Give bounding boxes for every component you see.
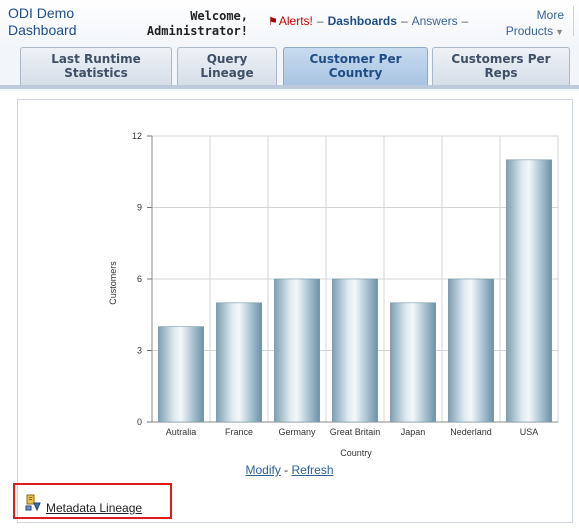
metadata-lineage-highlight: Metadata Lineage (13, 483, 172, 519)
x-tick-label: Great Britain (330, 427, 381, 437)
y-tick-label: 0 (137, 417, 142, 427)
bar-france[interactable] (216, 302, 262, 423)
x-tick-label: USA (520, 427, 539, 437)
chart-links: Modify - Refresh (0, 463, 579, 477)
y-tick-label: 12 (132, 131, 142, 141)
bar-great-britain[interactable] (332, 278, 378, 423)
y-tick-labels: 0 3 6 9 12 (132, 131, 142, 427)
bar-autralia[interactable] (158, 326, 204, 423)
metadata-lineage-icon (25, 494, 41, 512)
x-tick-label: Germany (278, 427, 316, 437)
x-axis-title: Country (340, 448, 372, 458)
customers-per-country-chart: 0 3 6 9 12 Autralia France Germany Great Britai… (108, 131, 559, 458)
x-tick-labels: Autralia France Germany Great Britain Japan N… (166, 427, 539, 437)
bar-japan[interactable] (390, 302, 436, 423)
y-axis-title: Customers (108, 261, 118, 305)
bar-germany[interactable] (274, 278, 320, 423)
y-tick-label: 6 (137, 274, 142, 284)
metadata-lineage-link[interactable]: Metadata Lineage (46, 501, 142, 515)
y-tick-label: 3 (137, 346, 142, 356)
x-tick-label: Autralia (166, 427, 197, 437)
modify-link[interactable]: Modify (245, 463, 280, 477)
bar-nederland[interactable] (448, 278, 494, 423)
x-tick-label: Japan (401, 427, 426, 437)
x-tick-label: Nederland (450, 427, 492, 437)
y-tick-label: 9 (137, 203, 142, 213)
bar-usa[interactable] (506, 159, 552, 423)
link-separator: - (284, 463, 289, 477)
refresh-link[interactable]: Refresh (292, 463, 334, 477)
x-tick-label: France (225, 427, 253, 437)
